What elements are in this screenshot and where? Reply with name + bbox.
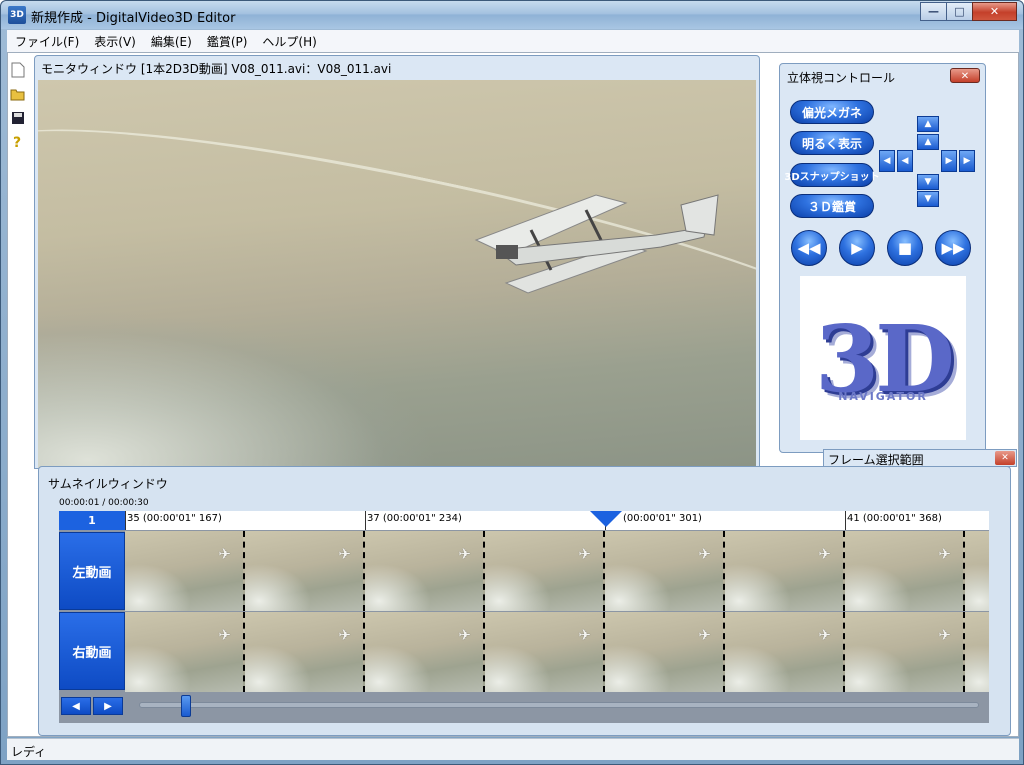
title-bar: 3D 新規作成 - DigitalVideo3D Editor — □ ✕ [1, 1, 1023, 29]
stereo-close-button[interactable]: ✕ [950, 68, 980, 83]
app-window: 3D 新規作成 - DigitalVideo3D Editor — □ ✕ ファ… [0, 0, 1024, 765]
thumbnail-window: サムネイルウィンドウ 00:00:01 / 00:00:30 1 35 (00:… [38, 466, 1011, 736]
thumbnail-area: 1 35 (00:00'01" 167) 37 (00:00'01" 234) … [59, 511, 989, 723]
rewind-icon[interactable]: ◀◀ [791, 230, 827, 266]
frame-selection-close-button[interactable]: ✕ [995, 451, 1015, 465]
close-button[interactable]: ✕ [972, 2, 1017, 21]
timeline-slider-track[interactable] [139, 702, 979, 708]
toolbar: ? [9, 61, 29, 157]
thumbnail-frame[interactable]: ✈ [365, 531, 485, 611]
left-video-label: 左動画 [59, 532, 125, 610]
thumbnail-frame[interactable]: ✈ [485, 612, 605, 692]
thumbnail-frame[interactable]: ✈ [725, 612, 845, 692]
menu-play[interactable]: 鑑賞(P) [199, 33, 255, 50]
right-fine-icon[interactable]: ▶ [941, 150, 957, 172]
thumbnail-frame[interactable]: ✈ [245, 612, 365, 692]
tick-label: 41 (00:00'01" 368) [847, 513, 942, 524]
right-video-label: 右動画 [59, 612, 125, 690]
monitor-title: モニタウィンドウ [1本2D3D動画] V08_011.avi：V08_011.… [41, 62, 392, 76]
playhead-marker[interactable] [590, 511, 622, 527]
up-fine-icon[interactable]: ▲ [917, 134, 939, 150]
thumbnail-title: サムネイルウィンドウ [48, 477, 168, 491]
menu-file[interactable]: ファイル(F) [7, 33, 86, 50]
tick-label: 35 (00:00'01" 167) [127, 513, 222, 524]
save-icon[interactable] [9, 109, 27, 127]
play-icon[interactable]: ▶ [839, 230, 875, 266]
left-video-strip[interactable]: ✈ ✈ ✈ ✈ ✈ ✈ ✈ [125, 531, 989, 611]
polarized-glasses-button[interactable]: 偏光メガネ [790, 100, 874, 124]
stop-icon[interactable]: ■ [887, 230, 923, 266]
view-3d-button[interactable]: ３Ｄ鑑賞 [790, 194, 874, 218]
thumbnail-frame[interactable] [965, 531, 989, 611]
thumbnail-frame[interactable]: ✈ [725, 531, 845, 611]
stereo-title: 立体視コントロール [787, 71, 896, 85]
down-icon[interactable]: ▼ [917, 191, 939, 207]
status-bar: レディ [7, 738, 1019, 760]
timeline-slider-thumb[interactable] [180, 695, 191, 717]
thumbnail-frame[interactable]: ✈ [845, 531, 965, 611]
right-icon[interactable]: ▶ [959, 150, 975, 172]
thumbnail-frame[interactable]: ✈ [605, 531, 725, 611]
tick-label: (00:00'01" 301) [623, 513, 702, 524]
menu-help[interactable]: ヘルプ(H) [254, 33, 323, 50]
monitor-window: モニタウィンドウ [1本2D3D動画] V08_011.avi：V08_011.… [34, 55, 760, 469]
thumbnail-frame[interactable] [965, 612, 989, 692]
left-fine-icon[interactable]: ◀ [897, 150, 913, 172]
down-fine-icon[interactable]: ▼ [917, 174, 939, 190]
maximize-button[interactable]: □ [946, 2, 973, 21]
scroll-right-button[interactable]: ▶ [93, 697, 123, 715]
biplane-image [474, 194, 719, 294]
menu-view[interactable]: 表示(V) [86, 33, 143, 50]
3d-logo: 3D NAVIGATOR [800, 276, 966, 440]
frame-number: 1 [59, 511, 125, 530]
frame-selection-window: フレーム選択範囲 ✕ [823, 449, 1017, 467]
svg-text:?: ? [13, 135, 21, 150]
bright-display-button[interactable]: 明るく表示 [790, 131, 874, 155]
window-title: 新規作成 - DigitalVideo3D Editor [31, 11, 236, 26]
help-icon[interactable]: ? [9, 133, 27, 151]
scroll-left-button[interactable]: ◀ [61, 697, 91, 715]
up-icon[interactable]: ▲ [917, 116, 939, 132]
thumbnail-frame[interactable]: ✈ [365, 612, 485, 692]
timeline-ruler[interactable]: 35 (00:00'01" 167) 37 (00:00'01" 234) (0… [125, 511, 989, 530]
thumbnail-frame[interactable]: ✈ [605, 612, 725, 692]
open-folder-icon[interactable] [9, 85, 27, 103]
snapshot-3d-button[interactable]: 3Dスナップショット [784, 163, 880, 187]
left-icon[interactable]: ◀ [879, 150, 895, 172]
right-video-strip[interactable]: ✈ ✈ ✈ ✈ ✈ ✈ ✈ [125, 612, 989, 692]
stereo-control-panel: 立体視コントロール ✕ 偏光メガネ 明るく表示 3Dスナップショット ３Ｄ鑑賞 … [779, 63, 986, 453]
thumbnail-frame[interactable]: ✈ [125, 531, 245, 611]
app-icon: 3D [8, 6, 26, 24]
thumbnail-frame[interactable]: ✈ [245, 531, 365, 611]
menu-edit[interactable]: 編集(E) [143, 33, 199, 50]
status-text: レディ [11, 745, 47, 759]
time-readout: 00:00:01 / 00:00:30 [59, 498, 149, 508]
thumbnail-frame[interactable]: ✈ [485, 531, 605, 611]
new-file-icon[interactable] [9, 61, 27, 79]
video-frame[interactable] [38, 80, 756, 468]
minimize-button[interactable]: — [920, 2, 947, 21]
tick-label: 37 (00:00'01" 234) [367, 513, 462, 524]
thumbnail-frame[interactable]: ✈ [845, 612, 965, 692]
menu-bar: ファイル(F) 表示(V) 編集(E) 鑑賞(P) ヘルプ(H) [7, 30, 1019, 52]
fast-forward-icon[interactable]: ▶▶ [935, 230, 971, 266]
thumbnail-frame[interactable]: ✈ [125, 612, 245, 692]
